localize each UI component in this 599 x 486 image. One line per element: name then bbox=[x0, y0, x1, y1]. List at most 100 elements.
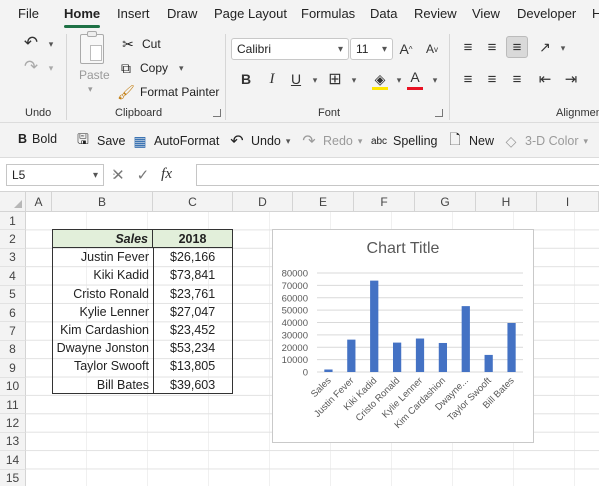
table-cell-name[interactable]: Kim Cardashion bbox=[53, 321, 153, 339]
table-header-year[interactable]: 2018 bbox=[153, 230, 232, 248]
row-header-11[interactable]: 11 bbox=[0, 396, 26, 415]
italic-button[interactable]: I bbox=[261, 68, 283, 90]
tab-home[interactable]: Home bbox=[64, 6, 100, 21]
chart-bar[interactable] bbox=[347, 339, 356, 372]
table-cell-value[interactable]: $39,603 bbox=[154, 375, 232, 393]
redo-icon[interactable]: ↷ bbox=[20, 56, 42, 78]
column-header-e[interactable]: E bbox=[293, 192, 354, 212]
copy-dropdown-icon[interactable]: ▾ bbox=[179, 63, 184, 74]
table-cell-value[interactable]: $23,761 bbox=[154, 284, 232, 302]
column-header-c[interactable]: C bbox=[153, 192, 233, 212]
column-header-b[interactable]: B bbox=[52, 192, 153, 212]
table-cell-value[interactable]: $26,166 bbox=[154, 248, 232, 266]
undo-toolbar-button[interactable]: ↶ Undo ▾ bbox=[228, 132, 290, 150]
row-header-3[interactable]: 3 bbox=[0, 248, 26, 268]
table-cell-name[interactable]: Taylor Swooft bbox=[53, 357, 153, 375]
tab-help-partial[interactable]: H bbox=[592, 6, 599, 21]
formula-input[interactable] bbox=[196, 164, 599, 186]
row-header-8[interactable]: 8 bbox=[0, 340, 26, 360]
format-painter-button[interactable]: 🖌 Format Painter bbox=[117, 83, 219, 101]
table-cell-name[interactable]: Justin Fever bbox=[53, 248, 153, 266]
tab-data[interactable]: Data bbox=[370, 6, 397, 21]
column-header-i[interactable]: I bbox=[537, 192, 599, 212]
align-top-icon[interactable]: ≡ bbox=[457, 36, 479, 58]
insert-function-icon[interactable]: fx bbox=[161, 166, 172, 184]
tab-insert[interactable]: Insert bbox=[117, 6, 150, 21]
row-header-4[interactable]: 4 bbox=[0, 267, 26, 286]
tab-file[interactable]: File bbox=[18, 6, 39, 21]
table-cell-name[interactable]: Kiki Kadid bbox=[53, 266, 153, 284]
table-cell-value[interactable]: $23,452 bbox=[154, 321, 232, 339]
row-header-9[interactable]: 9 bbox=[0, 359, 26, 378]
clipboard-launcher-icon[interactable] bbox=[213, 109, 221, 117]
column-header-a[interactable]: A bbox=[26, 192, 52, 212]
underline-dropdown-icon[interactable]: ▾ bbox=[304, 69, 326, 91]
font-name-select[interactable]: Calibri ▾ bbox=[231, 38, 349, 60]
align-right-icon[interactable]: ≡ bbox=[506, 68, 528, 90]
tab-page-layout[interactable]: Page Layout bbox=[214, 6, 287, 21]
copy-button[interactable]: ⧉ Copy ▾ bbox=[117, 59, 184, 77]
align-bottom-icon[interactable]: ≡ bbox=[506, 36, 528, 58]
row-header-1[interactable]: 1 bbox=[0, 212, 26, 231]
cut-button[interactable]: ✂ Cut bbox=[119, 35, 161, 53]
column-header-d[interactable]: D bbox=[233, 192, 293, 212]
column-header-f[interactable]: F bbox=[354, 192, 415, 212]
save-button[interactable]: 🖫 Save bbox=[74, 131, 125, 150]
table-cell-name[interactable]: Cristo Ronald bbox=[53, 284, 153, 302]
align-left-icon[interactable]: ≡ bbox=[457, 68, 479, 90]
enter-icon[interactable]: ✓ bbox=[137, 166, 150, 184]
row-header-6[interactable]: 6 bbox=[0, 304, 26, 323]
tab-formulas[interactable]: Formulas bbox=[301, 6, 355, 21]
font-color-button[interactable]: A bbox=[404, 66, 426, 88]
chart-bar[interactable] bbox=[484, 354, 493, 372]
chart-area[interactable]: Chart Title 0 10000 20000 30000 40000 50000 60… bbox=[272, 229, 534, 443]
column-header-g[interactable]: G bbox=[415, 192, 476, 212]
column-header-h[interactable]: H bbox=[476, 192, 537, 212]
chart-bar[interactable] bbox=[392, 342, 402, 372]
row-header-10[interactable]: 10 bbox=[0, 377, 26, 396]
table-cell-name[interactable]: Bill Bates bbox=[53, 375, 153, 393]
tab-draw[interactable]: Draw bbox=[167, 6, 197, 21]
shrink-font-button[interactable]: Av bbox=[421, 38, 443, 60]
table-cell-value[interactable]: $73,841 bbox=[154, 266, 232, 284]
chart-bar[interactable] bbox=[461, 306, 470, 372]
align-center-icon[interactable]: ≡ bbox=[481, 68, 503, 90]
tab-review[interactable]: Review bbox=[414, 6, 457, 21]
row-header-2[interactable]: 2 bbox=[0, 230, 26, 249]
new-button[interactable]: 🗋 New bbox=[446, 131, 494, 150]
autoformat-button[interactable]: ▦ AutoFormat bbox=[131, 132, 219, 150]
grow-font-button[interactable]: A ^ bbox=[395, 38, 417, 60]
table-cell-value[interactable]: $53,234 bbox=[154, 339, 232, 357]
tab-developer[interactable]: Developer bbox=[517, 6, 576, 21]
cancel-icon[interactable]: ✕ bbox=[112, 166, 125, 184]
paste-button[interactable]: Paste bbox=[79, 68, 110, 82]
name-box[interactable]: L5 ▾ bbox=[6, 164, 104, 186]
font-launcher-icon[interactable] bbox=[435, 109, 443, 117]
select-all-button[interactable] bbox=[0, 192, 26, 212]
undo-icon[interactable]: ↶ bbox=[20, 32, 42, 54]
row-header-7[interactable]: 7 bbox=[0, 322, 26, 341]
row-header-12[interactable]: 12 bbox=[0, 414, 26, 433]
borders-dropdown-icon[interactable]: ▾ bbox=[343, 69, 365, 91]
bold-button[interactable]: B bbox=[235, 68, 257, 90]
3d-color-button[interactable]: ◇ 3-D Color ▾ bbox=[502, 132, 588, 150]
chart-bar[interactable] bbox=[438, 342, 448, 372]
bold-toolbar-button[interactable]: B Bold bbox=[18, 132, 57, 146]
decrease-indent-icon[interactable]: ⇤ bbox=[534, 68, 556, 90]
table-header-sales[interactable]: Sales bbox=[53, 230, 153, 248]
undo-toolbar-dropdown-icon[interactable]: ▾ bbox=[286, 136, 291, 147]
tab-view[interactable]: View bbox=[472, 6, 500, 21]
table-cell-name[interactable]: Kylie Lenner bbox=[53, 303, 153, 321]
paste-dropdown-icon[interactable]: ▾ bbox=[88, 84, 93, 95]
table-cell-value[interactable]: $13,805 bbox=[154, 357, 232, 375]
row-header-15[interactable]: 15 bbox=[0, 469, 26, 486]
chart-bar[interactable] bbox=[415, 338, 425, 372]
align-middle-icon[interactable]: ≡ bbox=[481, 36, 503, 58]
redo-toolbar-button[interactable]: ↷ Redo ▾ bbox=[300, 132, 362, 150]
font-size-select[interactable]: 11 ▾ bbox=[350, 38, 393, 60]
undo-dropdown-icon[interactable]: ▾ bbox=[40, 33, 62, 55]
row-header-14[interactable]: 14 bbox=[0, 451, 26, 470]
table-cell-name[interactable]: Dwayne Jonston bbox=[53, 339, 153, 357]
row-header-13[interactable]: 13 bbox=[0, 432, 26, 452]
orientation-dropdown-icon[interactable]: ▾ bbox=[552, 37, 574, 59]
